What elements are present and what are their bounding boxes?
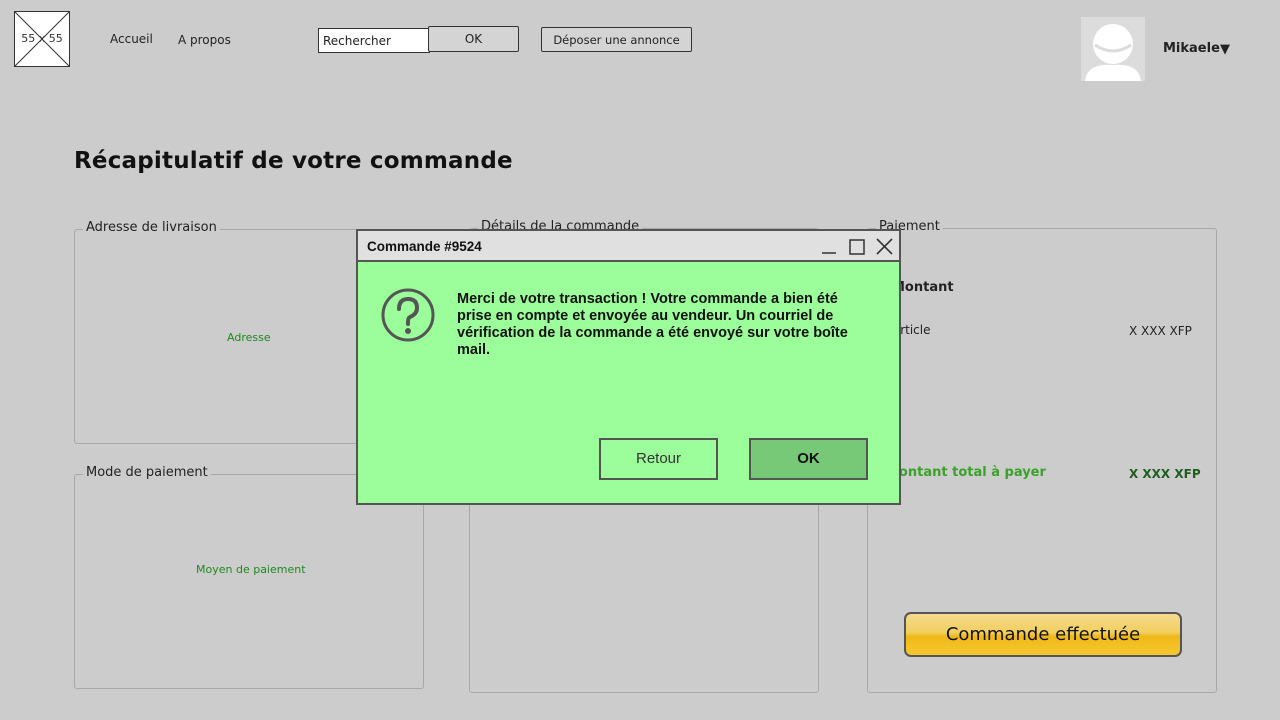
dialog-title: Commande #9524 xyxy=(367,239,482,254)
chevron-down-icon[interactable]: ▼ xyxy=(1220,42,1230,57)
search-input[interactable] xyxy=(318,28,430,53)
logo-size-label: 55 x 55 xyxy=(21,32,63,45)
page-title: Récapitulatif de votre commande xyxy=(74,148,513,174)
dialog-message: Merci de votre transaction ! Votre comma… xyxy=(457,291,848,358)
total-price: X XXX XFP xyxy=(1129,467,1201,481)
maximize-icon[interactable] xyxy=(847,236,867,256)
question-icon xyxy=(380,287,436,343)
minimize-icon[interactable] xyxy=(819,236,839,256)
payment-mode-legend: Mode de paiement xyxy=(83,465,211,480)
back-button[interactable]: Retour xyxy=(599,438,718,480)
delivery-address-legend: Adresse de livraison xyxy=(83,220,220,235)
deposit-ad-button[interactable]: Déposer une annonce xyxy=(541,27,692,52)
order-confirmation-dialog: Commande #9524 Merci de votre transactio… xyxy=(356,229,901,505)
nav-link-a-propos[interactable]: A propos xyxy=(178,33,231,47)
logo-placeholder[interactable]: 55 x 55 xyxy=(14,11,70,67)
user-avatar[interactable] xyxy=(1081,17,1145,81)
search-button[interactable]: OK xyxy=(428,26,519,52)
amount-label: Montant xyxy=(892,280,954,295)
dialog-title-bar: Commande #9524 xyxy=(358,231,899,262)
close-icon[interactable] xyxy=(874,236,894,256)
user-name[interactable]: Mikaele xyxy=(1163,41,1220,56)
avatar-placeholder-icon xyxy=(1085,24,1141,81)
delivery-address-value: Adresse xyxy=(227,331,271,344)
nav-link-accueil[interactable]: Accueil xyxy=(110,32,153,46)
payment-mode-value: Moyen de paiement xyxy=(196,563,306,576)
ok-button[interactable]: OK xyxy=(749,438,868,480)
payment-mode-panel: Mode de paiement Moyen de paiement xyxy=(74,465,424,689)
article-price: X XXX XFP xyxy=(1129,324,1192,338)
order-complete-button[interactable]: Commande effectuée xyxy=(904,612,1182,657)
total-label: Montant total à payer xyxy=(886,465,1046,480)
